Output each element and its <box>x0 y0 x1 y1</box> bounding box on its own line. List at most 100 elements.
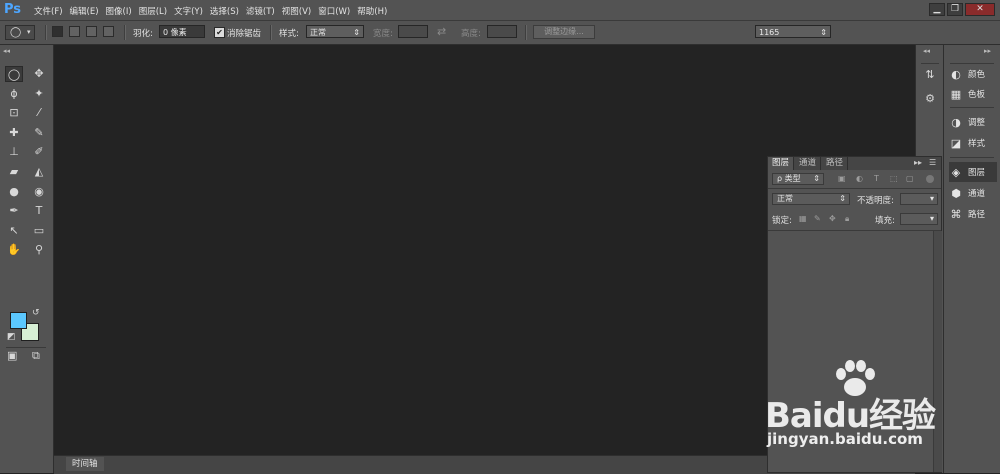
panel-swatches[interactable]: ▦ 色板 <box>949 84 997 104</box>
chevron-updown-icon: ⇕ <box>839 194 846 203</box>
magic-wand-tool-icon[interactable]: ✦ <box>30 86 48 102</box>
shape-tool-icon[interactable]: ▭ <box>30 223 48 239</box>
panel-label: 样式 <box>968 139 986 149</box>
menu-file[interactable]: 文件(F) <box>34 4 68 18</box>
screen-mode-icon[interactable]: ⧉ <box>32 349 40 363</box>
lasso-tool-icon[interactable]: ϕ <box>5 86 23 102</box>
fill-label: 填充: <box>875 216 895 226</box>
divider <box>950 157 994 158</box>
style-select[interactable]: 正常 ⇕ <box>306 25 364 38</box>
shape-filter-icon[interactable]: ⬚ <box>890 174 898 183</box>
adjustment-filter-icon[interactable]: ◐ <box>856 174 863 183</box>
workspace-select[interactable]: 1165 ⇕ <box>755 25 831 38</box>
lock-position-icon[interactable]: ✥ <box>829 214 836 223</box>
chevron-down-icon: ▾ <box>929 194 934 203</box>
menu-layer[interactable]: 图层(L) <box>139 4 172 18</box>
menu-edit[interactable]: 编辑(E) <box>70 4 104 18</box>
filter-toggle[interactable] <box>926 175 934 183</box>
divider <box>6 347 46 348</box>
menu-select[interactable]: 选择(S) <box>210 4 244 18</box>
style-label: 样式: <box>279 29 299 39</box>
main-menu: 文件(F) 编辑(E) 图像(I) 图层(L) 文字(Y) 选择(S) 滤镜(T… <box>34 4 394 18</box>
path-select-tool-icon[interactable]: ↖ <box>5 223 23 239</box>
antialias-checkbox[interactable]: ✔ <box>214 27 225 38</box>
marquee-tool-icon[interactable]: ◯ <box>5 66 23 82</box>
panel-styles[interactable]: ◪ 样式 <box>949 133 997 153</box>
pixel-filter-icon[interactable]: ▣ <box>838 174 846 183</box>
intersect-selection-icon[interactable] <box>103 26 114 37</box>
menu-window[interactable]: 窗口(W) <box>318 4 355 18</box>
properties-icon[interactable]: ⚙ <box>921 89 939 109</box>
panel-label: 通道 <box>968 189 986 199</box>
menu-filter[interactable]: 滤镜(T) <box>246 4 280 18</box>
add-to-selection-icon[interactable] <box>69 26 80 37</box>
stamp-tool-icon[interactable]: ⊥ <box>5 144 23 160</box>
tools-panel: ◂◂ ◯ ✥ ϕ ✦ ⊡ ⁄ ✚ ✎ ⊥ ✐ ▰ ◭ ● ◉ ✒ T ↖ ▭ ✋ ⚲ ↺ ◩ ▣ ⧉ <box>0 45 54 473</box>
elliptical-marquee-icon: ◯ <box>10 27 22 38</box>
crop-tool-icon[interactable]: ⊡ <box>5 105 23 121</box>
panel-layers[interactable]: ◈ 图层 <box>949 162 997 182</box>
menu-type[interactable]: 文字(Y) <box>174 4 208 18</box>
default-colors-icon[interactable]: ◩ <box>7 332 16 342</box>
swap-colors-icon[interactable]: ↺ <box>32 308 40 318</box>
lock-label: 锁定: <box>772 216 792 226</box>
feather-input[interactable]: 0 像素 <box>159 25 205 38</box>
new-selection-icon[interactable] <box>52 26 63 37</box>
panel-paths[interactable]: ⌘ 路径 <box>949 204 997 224</box>
collapse-panel-icon[interactable]: ▸▸ <box>914 158 922 167</box>
menu-image[interactable]: 图像(I) <box>106 4 137 18</box>
opacity-input[interactable]: ▾ <box>900 193 938 205</box>
kind-filter-select[interactable]: ρ 类型 ⇕ <box>772 173 824 185</box>
history-brush-tool-icon[interactable]: ✐ <box>30 144 48 160</box>
brush-tool-icon[interactable]: ✎ <box>30 125 48 141</box>
swap-icon[interactable]: ⇄ <box>437 25 446 38</box>
smart-object-filter-icon[interactable]: ▢ <box>906 174 914 183</box>
panel-menu-icon[interactable]: ☰ <box>929 158 936 167</box>
close-button[interactable]: ✕ <box>965 3 995 16</box>
refine-edge-button[interactable]: 调整边缘... <box>533 25 595 39</box>
collapse-icon[interactable]: ▸▸ <box>984 47 991 55</box>
type-tool-icon[interactable]: T <box>30 203 48 219</box>
expand-icon[interactable]: ◂◂ <box>923 47 930 55</box>
menu-view[interactable]: 视图(V) <box>282 4 316 18</box>
collapse-icon[interactable]: ◂◂ <box>3 47 10 55</box>
height-input[interactable] <box>487 25 517 38</box>
move-tool-icon[interactable]: ✥ <box>30 66 48 82</box>
bucket-tool-icon[interactable]: ◭ <box>30 164 48 180</box>
dodge-tool-icon[interactable]: ◉ <box>30 184 48 200</box>
history-icon[interactable]: ⇅ <box>921 65 939 85</box>
subtract-from-selection-icon[interactable] <box>86 26 97 37</box>
type-filter-icon[interactable]: T <box>874 174 879 183</box>
divider <box>270 25 272 40</box>
lock-transparent-icon[interactable]: ▦ <box>799 214 807 223</box>
zoom-tool-icon[interactable]: ⚲ <box>30 242 48 258</box>
foreground-color-swatch[interactable] <box>10 312 27 329</box>
chevron-updown-icon: ⇕ <box>813 174 820 183</box>
lock-image-icon[interactable]: ✎ <box>814 214 821 223</box>
chevron-down-icon: ▾ <box>929 214 934 223</box>
blur-tool-icon[interactable]: ● <box>5 184 23 200</box>
panel-adjustments[interactable]: ◑ 调整 <box>949 112 997 132</box>
minimize-button[interactable]: ▁ <box>929 3 945 16</box>
tool-preset-picker[interactable]: ◯ ▾ <box>5 25 35 40</box>
menu-help[interactable]: 帮助(H) <box>357 4 392 18</box>
hand-tool-icon[interactable]: ✋ <box>5 242 23 258</box>
tab-layers[interactable]: 图层 <box>768 157 795 170</box>
quick-mask-icon[interactable]: ▣ <box>7 349 17 362</box>
fill-input[interactable]: ▾ <box>900 213 938 225</box>
restore-button[interactable]: ❐ <box>947 3 963 16</box>
timeline-tab[interactable]: 时间轴 <box>66 457 104 471</box>
panel-color[interactable]: ◐ 颜色 <box>949 64 997 84</box>
eyedropper-tool-icon[interactable]: ⁄ <box>30 105 48 121</box>
tab-paths[interactable]: 路径 <box>822 157 849 170</box>
blend-mode-select[interactable]: 正常 ⇕ <box>772 193 850 205</box>
healing-tool-icon[interactable]: ✚ <box>5 125 23 141</box>
swatches-icon: ▦ <box>950 87 962 101</box>
width-input[interactable] <box>398 25 428 38</box>
tab-channels[interactable]: 通道 <box>795 157 822 170</box>
eraser-tool-icon[interactable]: ▰ <box>5 164 23 180</box>
height-label: 高度: <box>461 29 481 39</box>
lock-all-icon[interactable]: 🔒︎ <box>845 214 849 224</box>
pen-tool-icon[interactable]: ✒ <box>5 203 23 219</box>
panel-channels[interactable]: ⬢ 通道 <box>949 183 997 203</box>
